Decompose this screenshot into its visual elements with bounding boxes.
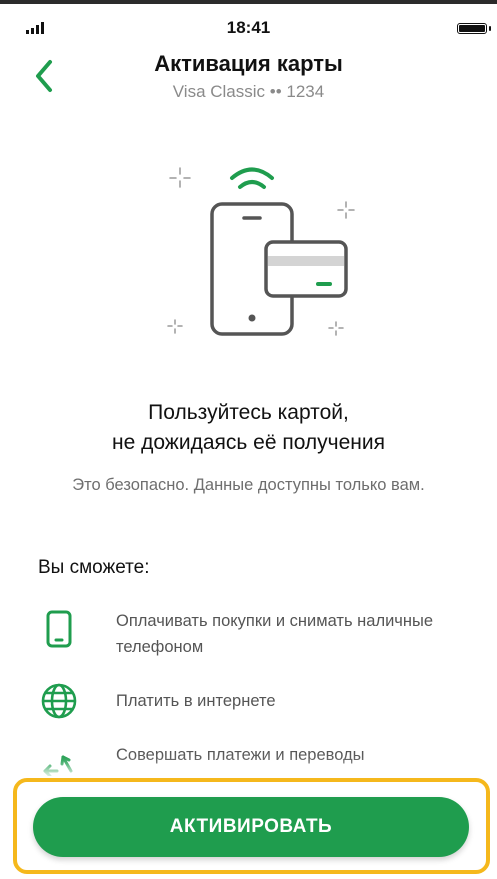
features-title: Вы сможете: — [38, 557, 150, 578]
feature-item: Оплачивать покупки и снимать наличные те… — [38, 608, 446, 660]
battery-icon — [457, 23, 491, 34]
page-title: Активация карты — [154, 51, 343, 76]
globe-icon — [38, 680, 80, 722]
feature-label: Совершать платежи и переводы — [116, 746, 365, 764]
promo-headline-line-2: не дожидаясь её получения — [111, 431, 386, 454]
sparkle-icon — [328, 321, 344, 336]
sparkle-icon — [167, 319, 183, 334]
feature-label: Платить в интернете — [116, 692, 276, 710]
feature-label: Оплачивать покупки и снимать наличные те… — [116, 612, 434, 656]
phone-icon — [38, 608, 80, 650]
sparkle-icon — [169, 167, 191, 188]
top-edge — [0, 0, 497, 4]
card-outline — [264, 240, 348, 298]
feature-item: Платить в интернете — [38, 680, 276, 722]
status-time: 18:41 — [226, 18, 271, 37]
promo-headline-line-1: Пользуйтесь картой, — [148, 401, 349, 424]
activate-button[interactable]: АКТИВИРОВАТЬ — [33, 797, 469, 857]
wireless-icon — [230, 167, 274, 189]
promo-headline: Пользуйтесь картой, не дожидаясь её полу… — [40, 398, 457, 458]
phone-with-card-illustration — [167, 167, 355, 336]
sparkle-icon — [337, 201, 355, 219]
promo-description: Это безопасно. Данные доступны только ва… — [72, 476, 425, 494]
card-subtitle: Visa Classic •• 1234 — [172, 82, 325, 101]
status-bar: 18:41 — [0, 6, 497, 37]
